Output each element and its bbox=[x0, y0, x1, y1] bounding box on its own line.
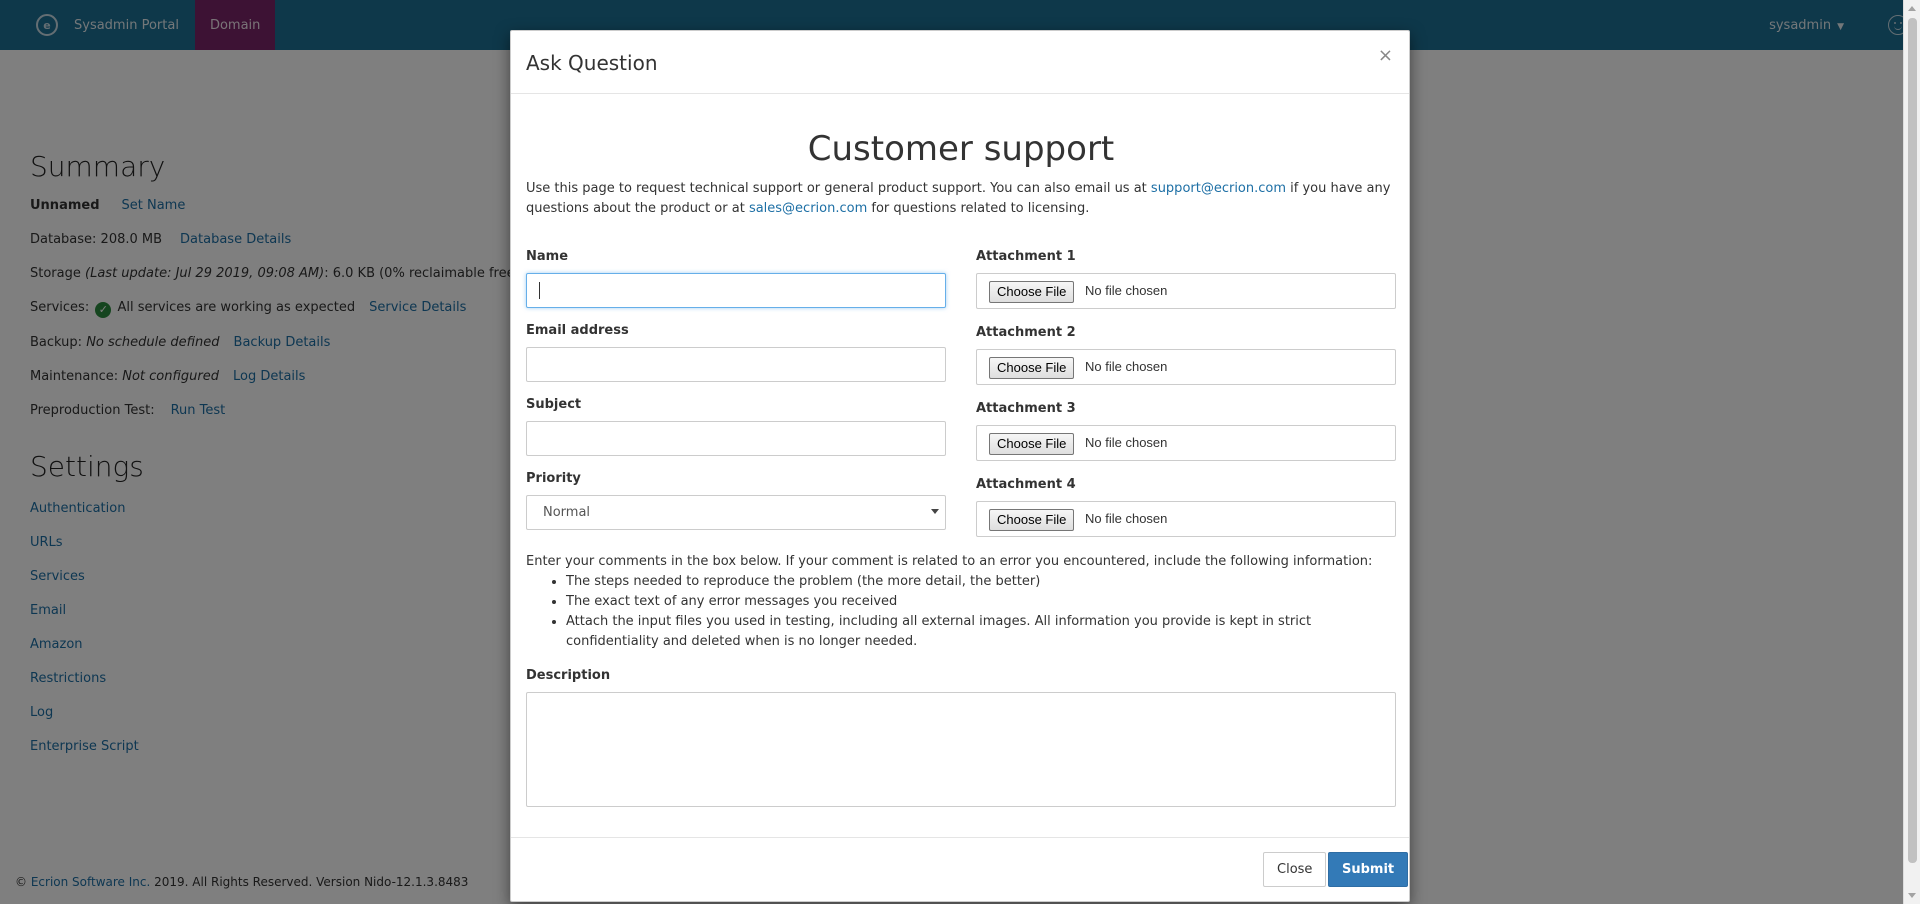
comments-instructions: Enter your comments in the box below. If… bbox=[526, 552, 1396, 652]
scroll-up-arrow-icon[interactable] bbox=[1908, 6, 1916, 11]
file-status: No file chosen bbox=[1085, 283, 1168, 298]
choose-file-button[interactable]: Choose File bbox=[989, 509, 1075, 531]
page-scrollbar[interactable] bbox=[1903, 0, 1920, 904]
intro-part-3: for questions related to licensing. bbox=[867, 201, 1090, 216]
scrollbar-thumb[interactable] bbox=[1908, 18, 1917, 863]
attachment-3-input[interactable]: Choose File No file chosen bbox=[976, 425, 1396, 461]
subject-label: Subject bbox=[526, 397, 582, 412]
priority-select[interactable]: Normal bbox=[526, 495, 946, 530]
close-button[interactable]: Close bbox=[1263, 852, 1327, 887]
list-item: The steps needed to reproduce the proble… bbox=[566, 572, 1396, 592]
description-label: Description bbox=[526, 668, 611, 683]
list-item: The exact text of any error messages you… bbox=[566, 592, 1396, 612]
attachment-4-input[interactable]: Choose File No file chosen bbox=[976, 501, 1396, 537]
ask-question-modal: Ask Question × Customer support Use this… bbox=[510, 30, 1410, 902]
attachment-3-label: Attachment 3 bbox=[976, 401, 1076, 416]
email-label: Email address bbox=[526, 323, 629, 338]
choose-file-button[interactable]: Choose File bbox=[989, 357, 1075, 379]
close-icon[interactable]: × bbox=[1378, 45, 1393, 66]
name-label: Name bbox=[526, 249, 569, 264]
priority-label: Priority bbox=[526, 471, 581, 486]
file-status: No file chosen bbox=[1085, 435, 1168, 450]
file-status: No file chosen bbox=[1085, 511, 1168, 526]
caret-down-icon bbox=[931, 509, 939, 514]
scroll-down-arrow-icon[interactable] bbox=[1908, 893, 1916, 898]
email-input[interactable] bbox=[526, 347, 946, 382]
modal-footer-divider bbox=[511, 837, 1409, 838]
modal-header: Ask Question × bbox=[511, 31, 1409, 94]
choose-file-button[interactable]: Choose File bbox=[989, 433, 1075, 455]
comments-intro: Enter your comments in the box below. If… bbox=[526, 554, 1373, 569]
support-email-link[interactable]: support@ecrion.com bbox=[1151, 181, 1286, 196]
subject-input[interactable] bbox=[526, 421, 946, 456]
attachment-1-input[interactable]: Choose File No file chosen bbox=[976, 273, 1396, 309]
intro-text: Use this page to request technical suppo… bbox=[526, 179, 1396, 219]
modal-title: Ask Question bbox=[526, 51, 658, 75]
attachment-4-label: Attachment 4 bbox=[976, 477, 1076, 492]
text-cursor bbox=[539, 282, 540, 299]
attachment-2-label: Attachment 2 bbox=[976, 325, 1076, 340]
attachment-1-label: Attachment 1 bbox=[976, 249, 1076, 264]
file-status: No file chosen bbox=[1085, 359, 1168, 374]
sales-email-link[interactable]: sales@ecrion.com bbox=[749, 201, 867, 216]
submit-button[interactable]: Submit bbox=[1328, 852, 1409, 887]
intro-part-1: Use this page to request technical suppo… bbox=[526, 181, 1151, 196]
priority-value: Normal bbox=[543, 505, 591, 520]
name-input[interactable] bbox=[526, 273, 946, 308]
comments-list: The steps needed to reproduce the proble… bbox=[566, 572, 1396, 652]
attachment-2-input[interactable]: Choose File No file chosen bbox=[976, 349, 1396, 385]
customer-support-heading: Customer support bbox=[807, 129, 1115, 169]
list-item: Attach the input files you used in testi… bbox=[566, 612, 1396, 652]
choose-file-button[interactable]: Choose File bbox=[989, 281, 1075, 303]
description-textarea[interactable] bbox=[526, 692, 1396, 807]
